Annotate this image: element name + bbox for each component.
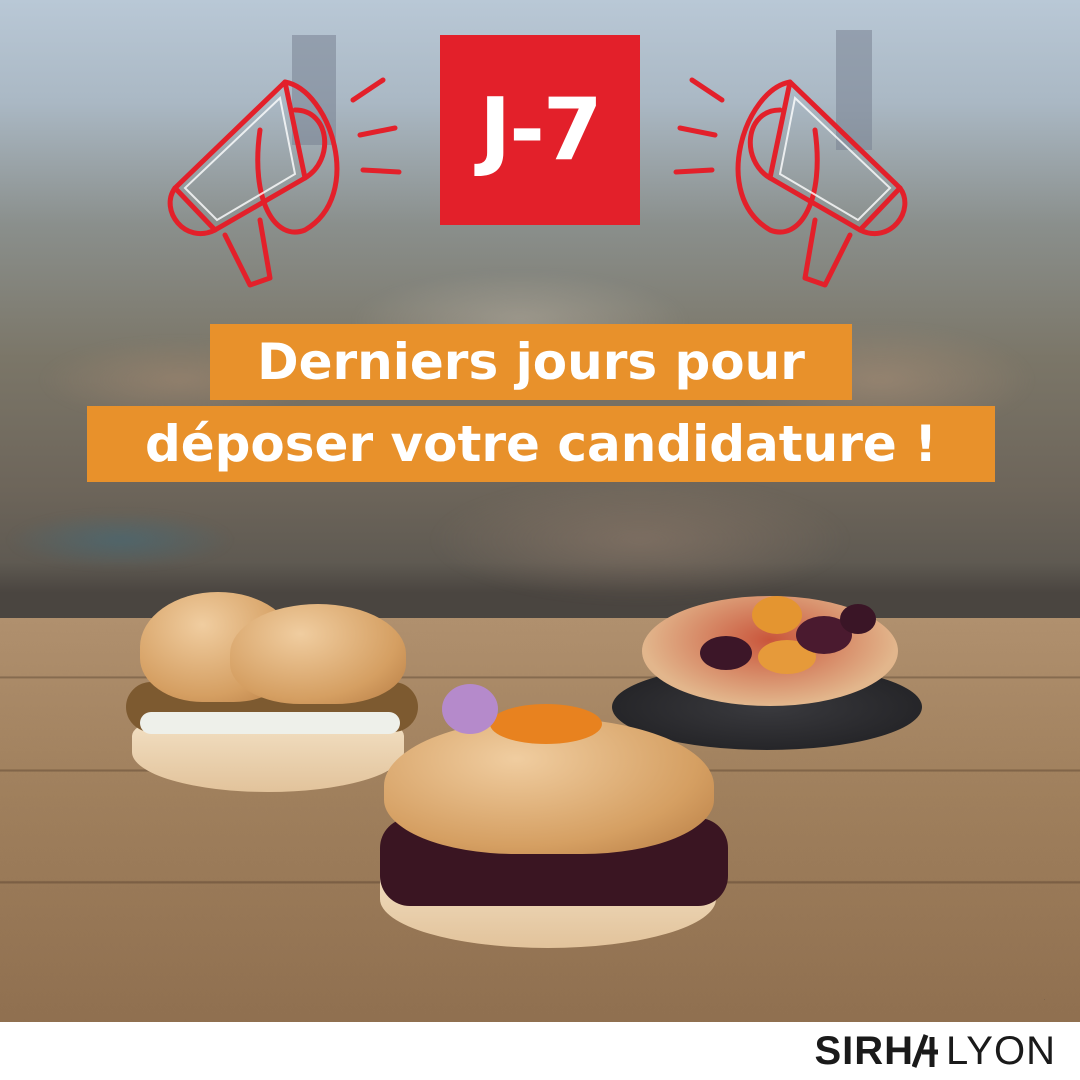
headline-line-2: déposer votre candidature ! (87, 406, 995, 482)
logo-lyon-text: LYON (946, 1029, 1056, 1074)
logo-sirha-text: SIRH (814, 1029, 914, 1074)
headline-line-1: Derniers jours pour (210, 324, 852, 400)
sirha-lyon-logo: SIRH LYON (814, 1030, 1056, 1072)
logo-slash-plus-icon (912, 1033, 938, 1069)
countdown-badge: J-7 (440, 35, 640, 225)
megaphone-icon (660, 70, 920, 300)
megaphone-icon (155, 70, 415, 300)
countdown-label: J-7 (479, 80, 601, 180)
